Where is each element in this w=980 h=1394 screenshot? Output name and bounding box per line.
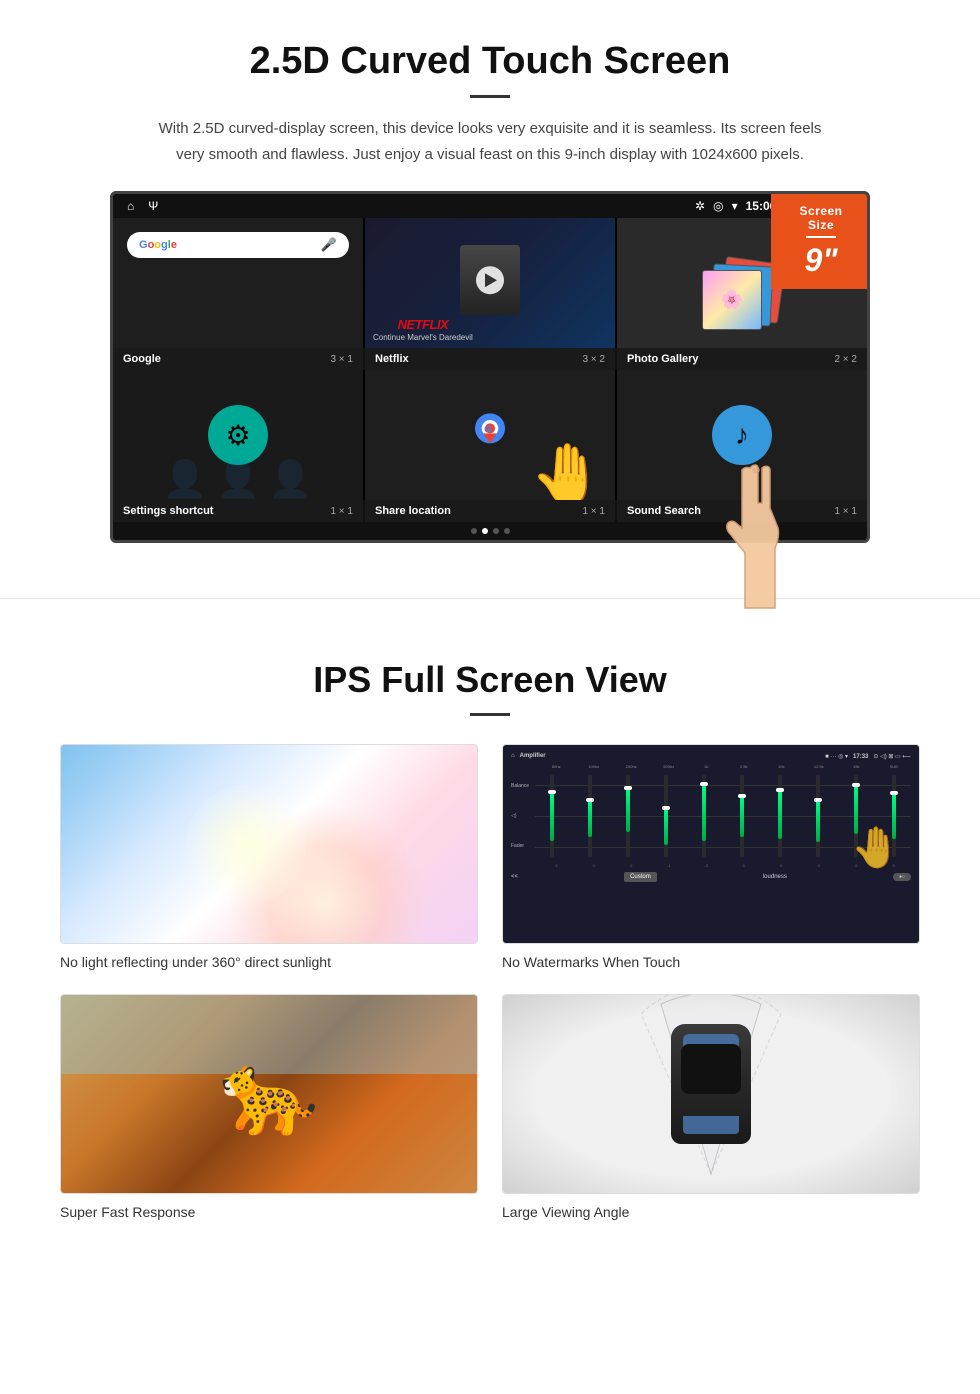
netflix-app-cell[interactable]: NETFLIX Continue Marvel's Daredevil [365, 218, 615, 348]
screen-size-badge: Screen Size 9" [771, 194, 870, 289]
hand-pointer-wrapper [690, 458, 810, 623]
car-image [502, 994, 920, 1194]
wifi-icon: ▾ [732, 199, 738, 213]
ghost-icons: 👤👤👤 [113, 458, 363, 500]
device-mockup: Screen Size 9" ⌂ Ψ ✲ ◎ ▾ 15:06 ⊙ ◁) ⊠ [110, 191, 870, 543]
dot-4 [504, 528, 510, 534]
feature-viewing-angle: Large Viewing Angle [502, 994, 920, 1220]
usb-icon: Ψ [148, 199, 158, 213]
hand-touch-eq: 🤚 [851, 824, 901, 871]
custom-btn: Custom [624, 872, 657, 882]
mic-icon: 🎤 [321, 237, 337, 253]
photo-stack [702, 260, 782, 340]
amp-header: ⌂ Amplifier ■ ··· ◎ ▾ 17:33 ⊙ ◁) ⊠ ▭ ⟵ [511, 753, 911, 760]
curved-description: With 2.5D curved-display screen, this de… [150, 116, 830, 167]
gallery-label-cell: Photo Gallery 2 × 2 [617, 348, 867, 370]
car-rear-window [683, 1116, 739, 1134]
settings-icon: ⚙ [208, 405, 268, 465]
sound-size: 1 × 1 [834, 506, 857, 517]
viewing-angle-label: Large Viewing Angle [502, 1204, 920, 1220]
loudness-label: loudness [763, 874, 787, 880]
badge-divider [806, 236, 836, 238]
cheetah-image: 🐆 [60, 994, 478, 1194]
title-divider [470, 95, 510, 98]
amplifier-image: ⌂ Amplifier ■ ··· ◎ ▾ 17:33 ⊙ ◁) ⊠ ▭ ⟵ 6… [502, 744, 920, 944]
google-maps-icon: G [465, 410, 515, 460]
feature-fast-response: 🐆 Super Fast Response [60, 994, 478, 1220]
badge-label: Screen Size [785, 204, 857, 232]
share-label-cell: Share location 1 × 1 [365, 500, 615, 522]
no-watermarks-label: No Watermarks When Touch [502, 954, 920, 970]
google-label-cell: Google 3 × 1 [113, 348, 363, 370]
google-logo: Google [139, 239, 177, 251]
cheetah-visual: 🐆 [61, 995, 477, 1193]
gallery-label: Photo Gallery [627, 353, 699, 365]
hand-pointer-svg [690, 458, 810, 618]
settings-label: Settings shortcut [123, 505, 213, 517]
location-icon: ◎ [713, 199, 723, 213]
share-location-cell[interactable]: G 🤚 [365, 370, 615, 500]
feature-no-watermarks: ⌂ Amplifier ■ ··· ◎ ▾ 17:33 ⊙ ◁) ⊠ ▭ ⟵ 6… [502, 744, 920, 970]
loudness-toggle: ●○ [893, 873, 911, 881]
netflix-logo: NETFLIX [373, 317, 473, 332]
gallery-size: 2 × 2 [834, 354, 857, 365]
share-label: Share location [375, 505, 451, 517]
status-bar: ⌂ Ψ ✲ ◎ ▾ 15:06 ⊙ ◁) ⊠ ▭ [113, 194, 867, 218]
play-overlay [476, 266, 504, 294]
ips-title-divider [470, 713, 510, 716]
car-visual [503, 995, 919, 1193]
settings-label-cell: Settings shortcut 1 × 1 [113, 500, 363, 522]
settings-size: 1 × 1 [330, 506, 353, 517]
settings-app-cell[interactable]: 👤👤👤 ⚙ [113, 370, 363, 500]
google-app-cell[interactable]: Google 🎤 [113, 218, 363, 348]
sound-icon: ♪ [712, 405, 772, 465]
curved-touch-section: 2.5D Curved Touch Screen With 2.5D curve… [0, 0, 980, 578]
share-size: 1 × 1 [582, 506, 605, 517]
google-size: 3 × 1 [330, 354, 353, 365]
svg-text:G: G [484, 425, 492, 436]
ips-title: IPS Full Screen View [60, 659, 920, 701]
app-grid-top: Google 🎤 NETFLIX Continue Mar [113, 218, 867, 348]
amp-back-btn: << [511, 874, 518, 880]
netflix-label-cell: Netflix 3 × 2 [365, 348, 615, 370]
netflix-bg: NETFLIX Continue Marvel's Daredevil [365, 218, 615, 348]
dot-1 [471, 528, 477, 534]
netflix-label-area: NETFLIX Continue Marvel's Daredevil [373, 317, 473, 342]
sky-visual [61, 745, 477, 943]
status-bar-left: ⌂ Ψ [127, 199, 158, 213]
dot-2 [482, 528, 488, 534]
car-top-view [661, 1024, 761, 1164]
section-divider [0, 598, 980, 599]
amp-footer: << Custom loudness ●○ [511, 872, 911, 882]
photo-card-3 [702, 270, 762, 330]
no-light-label: No light reflecting under 360° direct su… [60, 954, 478, 970]
curved-title: 2.5D Curved Touch Screen [60, 40, 920, 83]
play-icon [485, 273, 497, 287]
hand-touch-image: 🤚 [530, 439, 605, 500]
ips-section: IPS Full Screen View No light reflecting… [0, 619, 980, 1260]
features-grid: No light reflecting under 360° direct su… [60, 744, 920, 1220]
netflix-label: Netflix [375, 353, 409, 365]
app-labels-row-top: Google 3 × 1 Netflix 3 × 2 Photo Gallery… [113, 348, 867, 370]
fast-response-label: Super Fast Response [60, 1204, 478, 1220]
badge-size: 9" [785, 242, 857, 279]
car-roof [681, 1044, 741, 1094]
home-icon: ⌂ [127, 199, 134, 213]
no-light-image [60, 744, 478, 944]
google-search-bar: Google 🎤 [127, 232, 349, 258]
netflix-subtitle: Continue Marvel's Daredevil [373, 333, 473, 342]
dot-3 [493, 528, 499, 534]
netflix-size: 3 × 2 [582, 354, 605, 365]
bluetooth-icon: ✲ [695, 199, 705, 213]
feature-no-light: No light reflecting under 360° direct su… [60, 744, 478, 970]
google-label: Google [123, 353, 161, 365]
amplifier-visual: ⌂ Amplifier ■ ··· ◎ ▾ 17:33 ⊙ ◁) ⊠ ▭ ⟵ 6… [503, 745, 919, 943]
car-body [671, 1024, 751, 1144]
